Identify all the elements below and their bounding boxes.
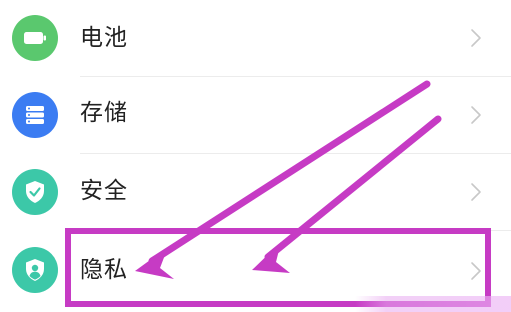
fade-overlay <box>355 296 511 312</box>
settings-list: 电池 存储 安全 隐私 <box>0 0 511 312</box>
settings-item-label: 隐私 <box>80 257 128 283</box>
settings-item-label: 电池 <box>80 25 128 51</box>
chevron-right-icon <box>471 29 481 47</box>
settings-item-label: 存储 <box>80 100 128 126</box>
chevron-right-icon <box>471 106 481 124</box>
storage-icon <box>12 92 58 138</box>
settings-item-label: 安全 <box>80 178 128 204</box>
chevron-right-icon <box>471 262 481 280</box>
settings-item-battery[interactable]: 电池 <box>0 0 511 77</box>
settings-item-security[interactable]: 安全 <box>0 154 511 231</box>
settings-item-storage[interactable]: 存储 <box>0 77 511 154</box>
chevron-right-icon <box>471 183 481 201</box>
battery-icon <box>12 15 58 61</box>
shield-check-icon <box>12 169 58 215</box>
privacy-user-icon <box>12 247 58 293</box>
